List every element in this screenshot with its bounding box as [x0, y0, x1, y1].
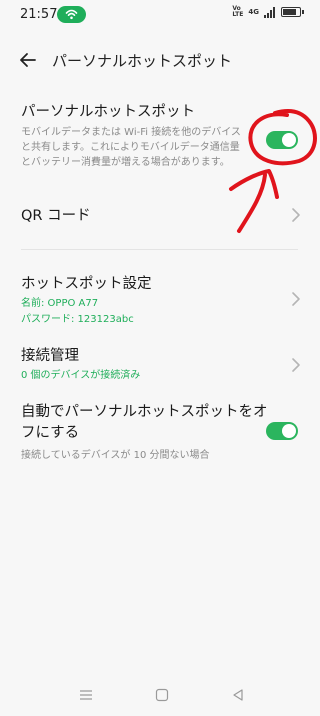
- volte-indicator: Vo LTE: [232, 5, 244, 18]
- auto-off-toggle[interactable]: [266, 422, 298, 440]
- qr-code-row[interactable]: QR コード: [21, 204, 298, 228]
- page-title: パーソナルホットスポット: [52, 52, 233, 70]
- chevron-right-icon: [292, 208, 300, 222]
- connection-management-row[interactable]: 接続管理 0 個のデバイスが接続済み: [21, 344, 298, 386]
- status-bar: 21:57 Vo LTE 4G: [0, 0, 319, 30]
- top-bar: パーソナルホットスポット: [0, 44, 319, 76]
- hotspot-settings-title: ホットスポット設定: [21, 276, 152, 292]
- hotspot-settings-row[interactable]: ホットスポット設定 名前: OPPO A77 パスワード: 123123abc: [21, 272, 298, 330]
- hotspot-password: パスワード: 123123abc: [21, 314, 134, 325]
- qr-code-label: QR コード: [21, 208, 91, 224]
- hotspot-description: モバイルデータまたは Wi-Fi 接続を他のデバイスと共有します。これによりモバ…: [21, 127, 241, 168]
- menu-icon[interactable]: [79, 688, 93, 702]
- status-icons: Vo LTE 4G: [232, 5, 304, 18]
- signal-icon: [264, 6, 275, 18]
- connected-devices-count: 0 個のデバイスが接続済み: [21, 370, 141, 381]
- hotspot-name: 名前: OPPO A77: [21, 298, 99, 309]
- network-type: 4G: [248, 8, 259, 16]
- hotspot-wifi-icon: [65, 9, 78, 20]
- back-arrow-icon[interactable]: [18, 50, 38, 70]
- hotspot-status-pill: [57, 6, 86, 23]
- connection-management-title: 接続管理: [21, 348, 79, 364]
- auto-off-title: 自動でパーソナルホットスポットをオフにする: [21, 404, 268, 441]
- auto-off-row[interactable]: 自動でパーソナルホットスポットをオフにする 接続しているデバイスが 10 分間な…: [21, 402, 298, 464]
- section-divider: [21, 249, 298, 250]
- auto-off-description: 接続しているデバイスが 10 分間ない場合: [21, 450, 210, 461]
- chevron-right-icon: [292, 292, 300, 306]
- navigation-bar: [0, 680, 319, 716]
- status-time: 21:57: [20, 7, 58, 22]
- chevron-right-icon: [292, 358, 300, 372]
- battery-icon: [281, 7, 304, 17]
- back-triangle-icon[interactable]: [231, 688, 245, 702]
- home-icon[interactable]: [155, 688, 169, 702]
